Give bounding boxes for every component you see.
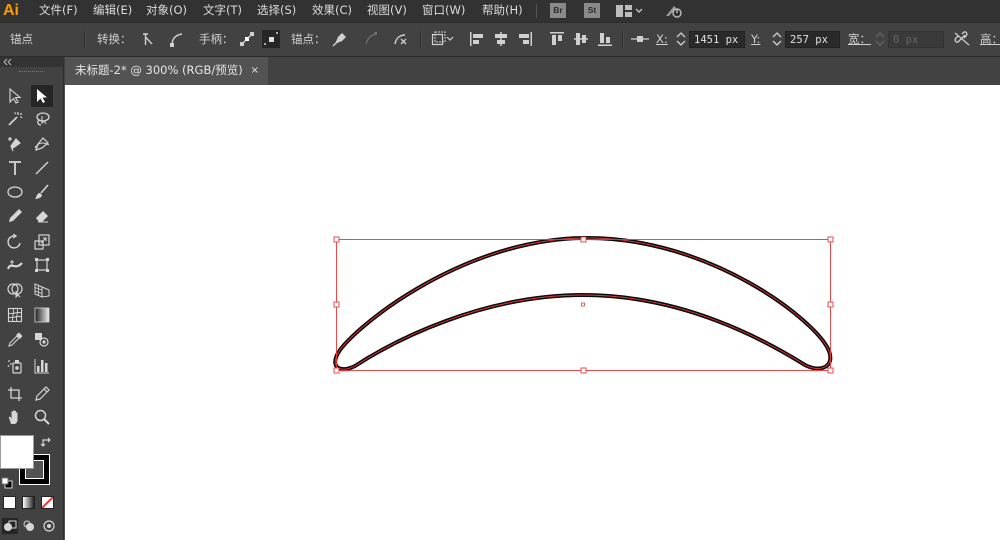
free-transform-tool-icon[interactable] <box>31 254 53 276</box>
menu-type[interactable]: 文字(T) <box>203 0 242 22</box>
panel-grip[interactable] <box>19 71 43 74</box>
x-stepper-icon[interactable] <box>675 31 687 47</box>
align-right-icon[interactable] <box>517 31 533 47</box>
hide-handles-icon[interactable] <box>262 30 280 48</box>
artboard-tool-icon[interactable] <box>4 383 26 405</box>
align-bottom-icon[interactable] <box>597 31 613 47</box>
document-tab[interactable]: 未标题-2* @ 300% (RGB/预览) × <box>65 57 268 85</box>
close-tab-icon[interactable]: × <box>251 57 259 84</box>
menu-object[interactable]: 对象(O) <box>146 0 187 22</box>
paintbrush-tool-icon[interactable] <box>31 181 53 203</box>
y-input[interactable]: 257 px <box>785 31 840 48</box>
remove-anchor-icon[interactable] <box>332 31 348 47</box>
line-segment-tool-icon[interactable] <box>31 157 53 179</box>
y-stepper-icon[interactable] <box>771 31 783 47</box>
selection-tool-icon[interactable] <box>4 85 26 107</box>
mesh-tool-icon[interactable] <box>4 304 26 326</box>
curvature-tool-icon[interactable] <box>31 133 53 155</box>
tools-panel-header[interactable] <box>0 57 64 67</box>
direct-selection-tool-icon[interactable] <box>31 85 53 107</box>
tools-panel <box>0 57 64 540</box>
convert-to-corner-icon[interactable] <box>140 31 156 47</box>
reference-point-icon[interactable] <box>630 31 650 47</box>
zoom-tool-icon[interactable] <box>31 406 53 428</box>
document-tab-bar: 未标题-2* @ 300% (RGB/预览) × <box>0 57 1000 85</box>
align-to-dropdown-icon[interactable] <box>431 31 455 47</box>
menu-separator <box>536 4 537 18</box>
stock-button[interactable]: St <box>584 3 600 18</box>
selection-type-label: 锚点 <box>10 32 33 46</box>
default-fill-stroke-icon[interactable] <box>1 474 13 489</box>
eyedropper-tool-icon[interactable] <box>4 329 26 351</box>
app-logo: Ai <box>3 2 19 19</box>
anchors-label: 锚点： <box>291 32 326 46</box>
draw-behind-icon[interactable] <box>22 518 38 534</box>
type-tool-icon[interactable] <box>4 157 26 179</box>
pencil-tool-icon[interactable] <box>4 205 26 227</box>
x-label: X: <box>656 32 668 46</box>
pen-tool-icon[interactable] <box>4 133 26 155</box>
show-handles-icon[interactable] <box>239 31 255 47</box>
menu-select[interactable]: 选择(S) <box>257 0 296 22</box>
menu-edit[interactable]: 编辑(E) <box>93 0 132 22</box>
shape-builder-tool-icon[interactable] <box>4 279 26 301</box>
menu-view[interactable]: 视图(V) <box>367 0 407 22</box>
menu-bar: Ai 文件(F) 编辑(E) 对象(O) 文字(T) 选择(S) 效果(C) 视… <box>0 0 1000 22</box>
convert-label: 转换： <box>97 32 132 46</box>
menu-file[interactable]: 文件(F) <box>39 0 78 22</box>
x-input[interactable]: 1451 px <box>689 31 745 48</box>
y-label: Y: <box>751 32 761 46</box>
artwork-layer <box>333 235 834 374</box>
draw-inside-icon[interactable] <box>41 518 57 534</box>
center-point <box>581 302 585 307</box>
perspective-grid-tool-icon[interactable] <box>31 279 53 301</box>
control-separator <box>420 31 422 48</box>
align-top-icon[interactable] <box>549 31 565 47</box>
arc-shape <box>333 235 833 372</box>
width-label: 宽： <box>848 32 871 46</box>
lasso-tool-icon[interactable] <box>31 108 53 130</box>
menu-effect[interactable]: 效果(C) <box>312 0 352 22</box>
control-bar: 锚点 转换： 手柄： 锚点： X: 1451 px Y: 257 px 宽： 0… <box>0 22 1000 57</box>
align-vertical-center-icon[interactable] <box>573 31 589 47</box>
control-separator <box>622 31 624 48</box>
document-tab-title: 未标题-2* @ 300% (RGB/预览) <box>75 63 243 77</box>
swap-fill-stroke-icon[interactable] <box>40 435 54 449</box>
none-mode-icon[interactable] <box>41 496 54 509</box>
connect-anchors-icon[interactable] <box>363 31 379 47</box>
symbol-sprayer-tool-icon[interactable] <box>4 355 26 377</box>
convert-to-smooth-icon[interactable] <box>168 31 184 47</box>
width-stepper-icon <box>874 31 886 47</box>
align-horizontal-center-icon[interactable] <box>493 31 509 47</box>
color-mode-icon[interactable] <box>3 496 16 509</box>
handles-label: 手柄： <box>199 32 234 46</box>
scale-tool-icon[interactable] <box>31 231 53 253</box>
height-label: 高： <box>980 32 1000 46</box>
width-input: 0 px <box>888 31 944 48</box>
eraser-tool-icon[interactable] <box>31 205 53 227</box>
arrange-documents-icon[interactable] <box>615 3 645 19</box>
control-separator <box>84 31 86 48</box>
menu-help[interactable]: 帮助(H) <box>482 0 523 22</box>
blend-tool-icon[interactable] <box>31 329 53 351</box>
gradient-mode-icon[interactable] <box>22 496 35 509</box>
bridge-button[interactable]: Br <box>550 3 566 18</box>
constrain-proportions-icon[interactable] <box>953 31 971 47</box>
rotate-tool-icon[interactable] <box>4 231 26 253</box>
artboard-canvas[interactable] <box>65 85 1000 540</box>
cut-path-icon[interactable] <box>392 31 408 47</box>
slice-tool-icon[interactable] <box>31 383 53 405</box>
draw-normal-icon[interactable] <box>2 518 18 534</box>
hand-tool-icon[interactable] <box>4 406 26 428</box>
align-left-icon[interactable] <box>469 31 485 47</box>
ellipse-tool-icon[interactable] <box>4 181 26 203</box>
magic-wand-tool-icon[interactable] <box>4 108 26 130</box>
collapse-panel-icon <box>3 58 12 66</box>
width-tool-icon[interactable] <box>4 254 26 276</box>
menu-window[interactable]: 窗口(W) <box>422 0 465 22</box>
column-graph-tool-icon[interactable] <box>31 355 53 377</box>
fill-swatch[interactable] <box>0 435 34 469</box>
gradient-tool-icon[interactable] <box>31 304 53 326</box>
gpu-performance-icon[interactable] <box>664 2 684 20</box>
